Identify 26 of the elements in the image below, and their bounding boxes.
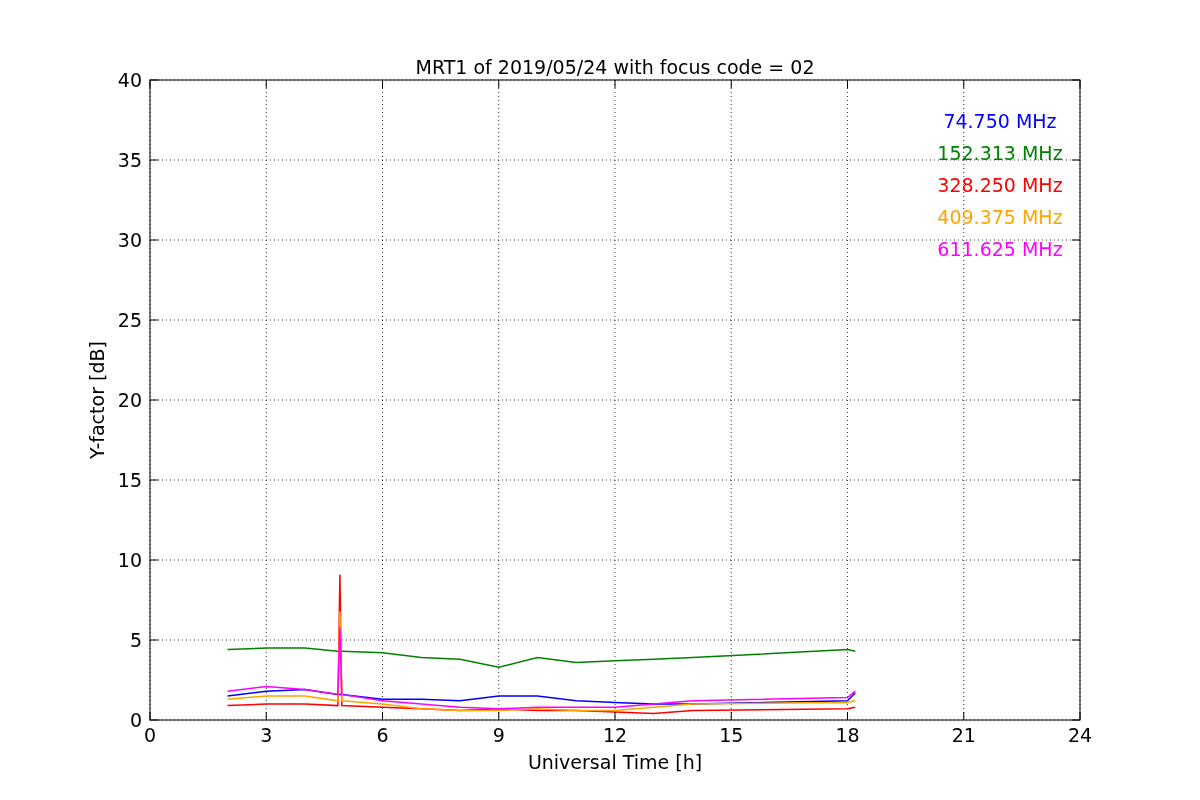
tick-label: 30: [117, 229, 142, 251]
tick-label: 3: [260, 724, 273, 746]
tick-label: 0: [143, 724, 157, 746]
tick-label: 40: [117, 69, 142, 91]
tick-label: 5: [129, 629, 142, 651]
legend-label: 611.625 MHz: [937, 238, 1063, 260]
tick-label: 9: [492, 724, 505, 746]
tick-label: 20: [117, 389, 142, 411]
tick-label: 25: [117, 309, 142, 331]
chart-title: MRT1 of 2019/05/24 with focus code = 02: [415, 56, 815, 78]
y-axis-label: Y-factor [dB]: [86, 341, 108, 459]
tick-label: 15: [117, 469, 142, 491]
tick-label: 0: [129, 709, 142, 731]
legend-label: 152.313 MHz: [937, 142, 1063, 164]
tick-label: 24: [1067, 724, 1093, 746]
legend-label: 74.750 MHz: [943, 110, 1057, 132]
tick-label: 15: [719, 724, 744, 746]
x-axis-label: Universal Time [h]: [527, 751, 703, 773]
tick-label: 21: [951, 724, 976, 746]
tick-label: 6: [376, 724, 389, 746]
legend-label: 409.375 MHz: [937, 206, 1063, 228]
tick-label: 18: [835, 724, 860, 746]
legend-label: 328.250 MHz: [937, 174, 1063, 196]
tick-label: 10: [117, 549, 142, 571]
tick-label: 35: [117, 149, 142, 171]
tick-label: 12: [602, 724, 628, 746]
